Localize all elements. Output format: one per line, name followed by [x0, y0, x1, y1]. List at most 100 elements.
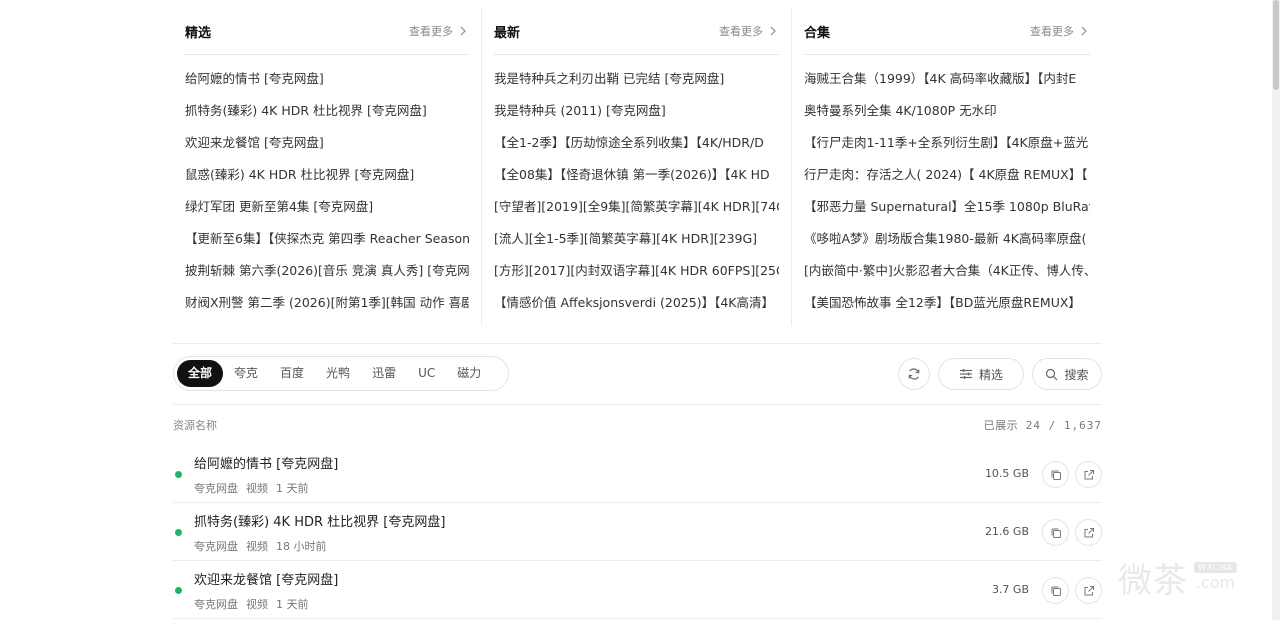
column-list: 给阿嬷的情书 [夸克网盘] 抓特务(臻彩) 4K HDR 杜比视界 [夸克网盘]… [185, 63, 469, 319]
external-link-icon [1084, 527, 1094, 537]
open-link-button[interactable] [1075, 577, 1102, 604]
filter-label: 精选 [978, 367, 1003, 382]
page: 精选 查看更多 给阿嬷的情书 [夸克网盘] 抓特务(臻彩) 4K HDR 杜比视… [0, 0, 1280, 620]
resource-size: 21.6 GB [984, 525, 1029, 538]
resource-list: 给阿嬷的情书 [夸克网盘] 夸克网盘 视频 1 天前 10.5 GB 抓特务(臻… [173, 445, 1102, 619]
list-item[interactable]: 【更新至6集】【侠探杰克 第四季 Reacher Season [185, 223, 469, 255]
divider [173, 343, 1102, 344]
scrollbar-thumb[interactable] [1273, 0, 1279, 90]
status-dot [175, 529, 182, 536]
column-label-name: 资源名称 [173, 419, 217, 432]
external-link-icon [1084, 469, 1094, 479]
list-item[interactable]: 奥特曼系列全集 4K/1080P 无水印 [804, 95, 1090, 127]
resource-source: 夸克网盘 [194, 598, 238, 611]
list-item[interactable]: [守望者][2019][全9集][简繁英字幕][4K HDR][74G] [494, 191, 779, 223]
chevron-right-icon [460, 26, 466, 36]
resource-source: 夸克网盘 [194, 540, 238, 553]
open-link-button[interactable] [1075, 461, 1102, 488]
shown-label: 已展示 [983, 419, 1019, 432]
list-item[interactable]: 【全1-2季】【历劫惊途全系列收集】【4K/HDR/D [494, 127, 779, 159]
view-more-link[interactable]: 查看更多 [1030, 23, 1090, 39]
watermark-text: 微茶 [1118, 560, 1188, 601]
status-dot [175, 587, 182, 594]
list-item[interactable]: 给阿嬷的情书 [夸克网盘] [185, 63, 469, 95]
column-title: 最新 [494, 25, 521, 41]
column-latest: 最新 查看更多 我是特种兵之利刃出鞘 已完结 [夸克网盘] 我是特种兵 (201… [482, 8, 792, 326]
list-item[interactable]: [方形][2017][内封双语字幕][4K HDR 60FPS][25G] [494, 255, 779, 287]
list-item[interactable]: 财阀X刑警 第二季 (2026)[附第1季][韩国 动作 喜剧 [185, 287, 469, 319]
refresh-button[interactable] [898, 358, 930, 390]
list-item[interactable]: 【邪恶力量 Supernatural】全15季 1080p BluRayI [804, 191, 1090, 223]
copy-button[interactable] [1042, 461, 1069, 488]
column-title: 精选 [185, 25, 212, 41]
view-more-label: 查看更多 [1030, 25, 1074, 38]
view-more-link[interactable]: 查看更多 [409, 23, 469, 39]
resource-size: 3.7 GB [991, 583, 1029, 596]
resource-time: 1 天前 [276, 598, 309, 611]
tab-xunlei[interactable]: 迅雷 [361, 360, 407, 387]
list-item[interactable]: 【全08集】【怪奇退休镇 第一季(2026)】【4K HD [494, 159, 779, 191]
list-item[interactable]: 绿灯军团 更新至第4集 [夸克网盘] [185, 191, 469, 223]
scrollbar[interactable] [1272, 0, 1280, 620]
list-item[interactable]: 【美国恐怖故事 全12季】【BD蓝光原盘REMUX】 [804, 287, 1090, 319]
view-more-link[interactable]: 查看更多 [719, 23, 779, 39]
divider [173, 404, 1102, 405]
table-row[interactable]: 抓特务(臻彩) 4K HDR 杜比视界 [夸克网盘] 夸克网盘 视频 18 小时… [173, 503, 1102, 561]
list-item[interactable]: [流人][全1-5季][简繁英字幕][4K HDR][239G] [494, 223, 779, 255]
status-dot [175, 471, 182, 478]
list-item[interactable]: 【行尸走肉1-11季+全系列衍生剧】【4K原盘+蓝光 [804, 127, 1090, 159]
table-row[interactable]: 给阿嬷的情书 [夸克网盘] 夸克网盘 视频 1 天前 10.5 GB [173, 445, 1102, 503]
tab-quark[interactable]: 夸克 [223, 360, 269, 387]
copy-button[interactable] [1042, 519, 1069, 546]
list-item[interactable]: [内嵌简中·繁中]火影忍者大合集（4K正传、博人传、 [804, 255, 1090, 287]
watermark-badge: WXCHA [1194, 562, 1237, 573]
list-item[interactable]: 行尸走肉：存活之人( 2024)【 4K原盘 REMUX】【 [804, 159, 1090, 191]
sliders-icon [959, 369, 972, 379]
list-item[interactable]: 抓特务(臻彩) 4K HDR 杜比视界 [夸克网盘] [185, 95, 469, 127]
resource-meta: 夸克网盘 视频 1 天前 [194, 480, 309, 496]
view-more-label: 查看更多 [409, 25, 453, 38]
list-item[interactable]: 鼠惑(臻彩) 4K HDR 杜比视界 [夸克网盘] [185, 159, 469, 191]
search-button[interactable]: 搜索 [1032, 358, 1102, 390]
watermark: 微茶 WXCHA .com [1118, 552, 1268, 602]
copy-icon [1051, 470, 1061, 480]
list-item[interactable]: 披荆斩棘 第六季(2026)[音乐 竞演 真人秀] [夸克网盘 [185, 255, 469, 287]
watermark-side: WXCHA .com [1194, 562, 1237, 592]
list-item[interactable]: 海贼王合集（1999）【4K 高码率收藏版】【内封E [804, 63, 1090, 95]
resource-size: 10.5 GB [984, 467, 1029, 480]
column-list: 海贼王合集（1999）【4K 高码率收藏版】【内封E 奥特曼系列全集 4K/10… [804, 63, 1090, 319]
column-title: 合集 [804, 25, 831, 41]
copy-icon [1051, 586, 1061, 596]
source-tabs: 全部 夸克 百度 光鸭 迅雷 UC 磁力 [173, 356, 509, 391]
tab-baidu[interactable]: 百度 [269, 360, 315, 387]
column-collections: 合集 查看更多 海贼王合集（1999）【4K 高码率收藏版】【内封E 奥特曼系列… [792, 8, 1102, 326]
resource-title[interactable]: 抓特务(臻彩) 4K HDR 杜比视界 [夸克网盘] [194, 511, 445, 530]
view-more-label: 查看更多 [719, 25, 763, 38]
external-link-icon [1084, 585, 1094, 595]
list-item[interactable]: 【情感价值 Affeksjonsverdi (2025)】【4K高清】 [494, 287, 779, 319]
list-item[interactable]: 《哆啦A梦》剧场版合集1980-最新 4K高码率原盘( [804, 223, 1090, 255]
resource-type: 视频 [246, 482, 268, 495]
filter-button[interactable]: 精选 [938, 358, 1024, 390]
open-link-button[interactable] [1075, 519, 1102, 546]
list-item[interactable]: 我是特种兵 (2011) [夸克网盘] [494, 95, 779, 127]
list-item[interactable]: 我是特种兵之利刃出鞘 已完结 [夸克网盘] [494, 63, 779, 95]
copy-button[interactable] [1042, 577, 1069, 604]
tab-guangya[interactable]: 光鸭 [315, 360, 361, 387]
resource-title[interactable]: 欢迎来龙餐馆 [夸克网盘] [194, 569, 338, 588]
column-header: 合集 查看更多 [804, 8, 1090, 55]
result-count: 已展示 24 / 1,637 [984, 417, 1102, 433]
chevron-right-icon [770, 26, 776, 36]
resource-title[interactable]: 给阿嬷的情书 [夸克网盘] [194, 453, 338, 472]
resource-meta: 夸克网盘 视频 1 天前 [194, 596, 309, 612]
resource-meta: 夸克网盘 视频 18 小时前 [194, 538, 327, 554]
chevron-right-icon [1081, 26, 1087, 36]
table-row[interactable]: 欢迎来龙餐馆 [夸克网盘] 夸克网盘 视频 1 天前 3.7 GB [173, 561, 1102, 619]
search-label: 搜索 [1064, 367, 1089, 382]
tab-magnet[interactable]: 磁力 [446, 360, 492, 387]
resource-type: 视频 [246, 598, 268, 611]
tab-all[interactable]: 全部 [177, 360, 224, 387]
tab-uc[interactable]: UC [407, 360, 446, 387]
resource-source: 夸克网盘 [194, 482, 238, 495]
list-item[interactable]: 欢迎来龙餐馆 [夸克网盘] [185, 127, 469, 159]
